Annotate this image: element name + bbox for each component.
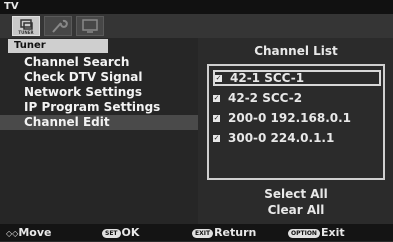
select-all-button[interactable]: Select All <box>209 187 383 201</box>
menu-item-ip-program-settings[interactable]: IP Program Settings <box>24 100 198 115</box>
menu-section-header: Tuner <box>8 39 108 53</box>
picture-tab[interactable] <box>76 16 104 36</box>
channel-label: 42-1 SCC-1 <box>230 71 305 85</box>
menu-item-network-settings[interactable]: Network Settings <box>24 85 198 100</box>
key-help-bar: ◇◇Move SET OK EXIT Return OPTION Exit <box>0 224 393 241</box>
channel-row[interactable]: ✓ 42-2 SCC-2 <box>213 90 381 106</box>
channel-row[interactable]: ✓ 42-1 SCC-1 <box>213 70 381 86</box>
checkbox-checked-icon[interactable]: ✓ <box>215 75 222 82</box>
top-icon-bar: TUNER <box>0 14 393 38</box>
tuner-tab[interactable]: TUNER <box>12 16 40 36</box>
channel-list-box: ✓ 42-1 SCC-1 ✓ 42-2 SCC-2 ✓ 200-0 192.168.0… <box>207 64 385 180</box>
screen-icon <box>82 19 98 33</box>
setup-tab[interactable] <box>44 16 72 36</box>
checkbox-checked-icon[interactable]: ✓ <box>213 95 220 102</box>
tuner-menu-list: Channel Search Check DTV Signal Network … <box>0 55 198 130</box>
menu-item-check-dtv-signal[interactable]: Check DTV Signal <box>24 70 198 85</box>
exit-hint: OPTION Exit <box>288 224 345 241</box>
window-title: TV <box>0 0 393 14</box>
channel-label: 300-0 224.0.1.1 <box>228 131 335 145</box>
channel-row[interactable]: ✓ 200-0 192.168.0.1 <box>213 110 381 126</box>
channel-list-title: Channel List <box>254 44 338 58</box>
channel-label: 42-2 SCC-2 <box>228 91 303 105</box>
exit-key-icon: EXIT <box>192 228 214 238</box>
return-hint: EXIT Return <box>192 224 256 241</box>
ok-hint: SET OK <box>102 224 139 241</box>
svg-text:TUNER: TUNER <box>18 30 33 35</box>
arrows-icon: ◇◇ <box>6 229 19 238</box>
option-key-icon: OPTION <box>288 228 320 238</box>
channel-label: 200-0 192.168.0.1 <box>228 111 352 125</box>
tuner-icon: TUNER <box>18 19 34 35</box>
clear-all-button[interactable]: Clear All <box>209 203 383 217</box>
checkbox-checked-icon[interactable]: ✓ <box>213 115 220 122</box>
move-hint: ◇◇Move <box>6 226 52 239</box>
set-key-icon: SET <box>102 228 121 238</box>
menu-item-channel-edit[interactable]: Channel Edit <box>0 115 198 130</box>
wrench-icon <box>52 19 68 33</box>
channel-row[interactable]: ✓ 300-0 224.0.1.1 <box>213 130 381 146</box>
menu-item-channel-search[interactable]: Channel Search <box>24 55 198 70</box>
checkbox-checked-icon[interactable]: ✓ <box>213 135 220 142</box>
